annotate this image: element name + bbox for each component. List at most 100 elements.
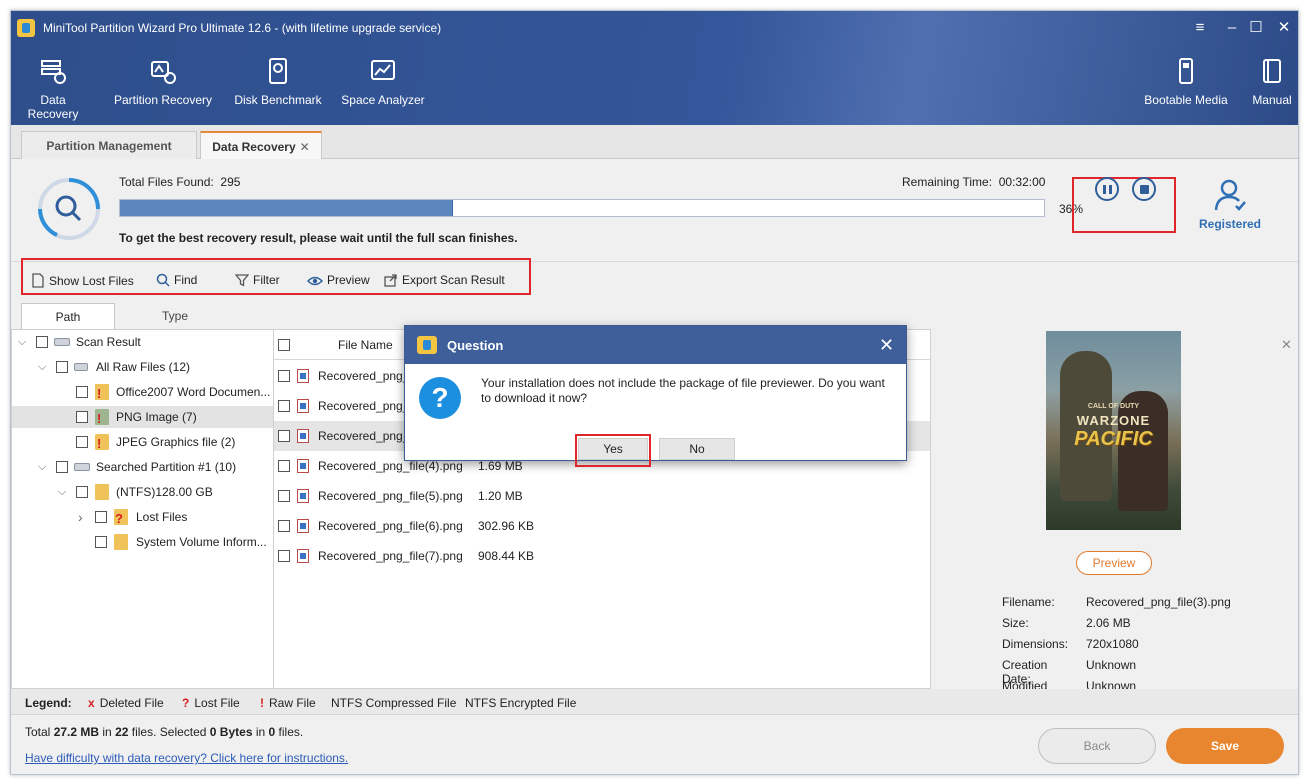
tree-item-office-documents[interactable]: ! Office2007 Word Documen... <box>12 381 273 403</box>
row-checkbox[interactable] <box>278 430 290 442</box>
tree-checkbox[interactable] <box>76 486 88 498</box>
usb-drive-icon <box>1179 58 1193 84</box>
tab-bar: Partition Management Data Recovery ✕ <box>11 125 1298 159</box>
tab-partition-management[interactable]: Partition Management <box>21 131 197 159</box>
tab-path[interactable]: Path <box>21 303 115 329</box>
help-link[interactable]: Have difficulty with data recovery? Clic… <box>25 751 348 765</box>
tree-checkbox[interactable] <box>56 361 68 373</box>
tree-item-jpeg[interactable]: ! JPEG Graphics file (2) <box>12 431 273 453</box>
tree-checkbox[interactable] <box>56 461 68 473</box>
yes-button[interactable]: Yes <box>578 438 648 460</box>
back-button[interactable]: Back <box>1038 728 1156 764</box>
bootable-media-label: Bootable Media <box>1144 93 1228 107</box>
maximize-button[interactable]: ☐ <box>1245 18 1267 38</box>
registered-button[interactable]: Registered <box>1195 177 1265 231</box>
lost-file-mark-icon: ? <box>115 511 123 526</box>
tree-label: System Volume Inform... <box>136 535 267 549</box>
poster-text: CALL OF DUTY <box>1087 403 1140 410</box>
data-recovery-tool[interactable]: Data Recovery <box>15 57 91 121</box>
row-checkbox[interactable] <box>278 460 290 472</box>
legend-lost: ? Lost File <box>182 696 240 710</box>
row-checkbox[interactable] <box>278 370 290 382</box>
column-file-name[interactable]: File Name <box>338 338 393 352</box>
chevron-down-icon[interactable]: ⌵ <box>58 481 70 503</box>
remaining-time: Remaining Time: 00:32:00 <box>902 175 1045 189</box>
file-name: Recovered_png_ <box>318 399 410 413</box>
row-checkbox[interactable] <box>278 490 290 502</box>
menu-button[interactable]: ≡ <box>1189 18 1211 38</box>
detail-value: 2.06 MB <box>1086 616 1131 630</box>
file-row[interactable]: Recovered_png_file(6).png 302.96 KB <box>274 511 930 541</box>
tab-data-recovery[interactable]: Data Recovery ✕ <box>200 131 322 159</box>
png-file-icon <box>297 429 309 443</box>
minimize-button[interactable]: – <box>1221 18 1243 38</box>
file-row[interactable]: Recovered_png_file(7).png 908.44 KB <box>274 541 930 571</box>
legend-deleted: x Deleted File <box>88 696 164 710</box>
tree-label: PNG Image (7) <box>116 410 197 424</box>
no-button[interactable]: No <box>659 438 735 460</box>
summary-text: Total <box>25 725 54 739</box>
bootable-media-tool[interactable]: Bootable Media <box>1141 57 1231 117</box>
tree-item-system-volume[interactable]: System Volume Inform... <box>12 531 273 553</box>
legend-raw-text: Raw File <box>269 696 316 710</box>
file-row[interactable]: Recovered_png_file(5).png 1.20 MB <box>274 481 930 511</box>
tree-checkbox[interactable] <box>36 336 48 348</box>
space-analyzer-tool[interactable]: Space Analyzer <box>341 57 425 117</box>
tree-item-lost-files[interactable]: › ? Lost Files <box>12 506 273 528</box>
deleted-mark-icon: x <box>88 696 95 710</box>
tree-item-ntfs[interactable]: ⌵ (NTFS)128.00 GB <box>12 481 273 503</box>
poster-text: WARZONE <box>1076 413 1151 428</box>
preview-button[interactable]: Preview <box>1076 551 1152 575</box>
legend-lost-text: Lost File <box>194 696 240 710</box>
partition-recovery-tool[interactable]: Partition Recovery <box>113 57 213 117</box>
chevron-down-icon[interactable]: ⌵ <box>38 356 50 378</box>
tree-checkbox[interactable] <box>95 511 107 523</box>
preview-close-icon[interactable]: ✕ <box>1281 337 1292 353</box>
chevron-down-icon[interactable]: ⌵ <box>38 456 50 478</box>
png-file-icon <box>297 369 309 383</box>
tree-item-scan-result[interactable]: ⌵ Scan Result <box>12 331 273 353</box>
raw-file-mark-icon: ! <box>97 411 102 426</box>
tree-label: Searched Partition #1 (10) <box>96 460 237 474</box>
app-logo-icon <box>417 336 437 354</box>
disk-benchmark-icon <box>269 58 287 84</box>
chevron-down-icon[interactable]: ⌵ <box>18 331 30 353</box>
partition-recovery-label: Partition Recovery <box>113 93 213 107</box>
raw-file-mark-icon: ! <box>97 386 102 401</box>
select-all-checkbox[interactable] <box>278 339 290 351</box>
folder-icon <box>95 484 109 500</box>
tree-item-searched-partition[interactable]: ⌵ Searched Partition #1 (10) <box>12 456 273 478</box>
row-checkbox[interactable] <box>278 400 290 412</box>
stop-button[interactable] <box>1132 177 1156 201</box>
file-name: Recovered_png_ <box>318 429 410 443</box>
file-name: Recovered_png_file(7).png <box>318 549 463 563</box>
dialog-close-icon[interactable]: ✕ <box>879 335 894 356</box>
tree-checkbox[interactable] <box>76 411 88 423</box>
pause-button[interactable] <box>1095 177 1119 201</box>
summary-text: files. Selected <box>128 725 210 739</box>
png-file-icon <box>297 489 309 503</box>
tree-item-all-raw-files[interactable]: ⌵ All Raw Files (12) <box>12 356 273 378</box>
manual-tool[interactable]: Manual <box>1247 57 1297 117</box>
legend-deleted-text: Deleted File <box>99 696 164 710</box>
tab-type[interactable]: Type <box>121 303 229 329</box>
space-analyzer-icon <box>371 60 395 80</box>
save-button[interactable]: Save <box>1166 728 1284 764</box>
row-checkbox[interactable] <box>278 520 290 532</box>
close-button[interactable]: ✕ <box>1273 18 1295 38</box>
disk-benchmark-tool[interactable]: Disk Benchmark <box>233 57 323 117</box>
scan-progress-fill <box>120 200 453 216</box>
data-recovery-label: Data Recovery <box>27 93 79 121</box>
tree-checkbox[interactable] <box>76 436 88 448</box>
file-name: Recovered_png_file(5).png <box>318 489 463 503</box>
tree-label: Lost Files <box>136 510 188 524</box>
poster-text: PACIFIC <box>1074 428 1153 450</box>
tree-checkbox[interactable] <box>76 386 88 398</box>
preview-image: CALL OF DUTY WARZONE PACIFIC <box>1046 331 1181 530</box>
tab-close-icon[interactable]: ✕ <box>300 140 310 154</box>
tree-checkbox[interactable] <box>95 536 107 548</box>
png-file-icon <box>297 459 309 473</box>
tree-item-png-image[interactable]: ! PNG Image (7) <box>12 406 273 428</box>
row-checkbox[interactable] <box>278 550 290 562</box>
chevron-right-icon[interactable]: › <box>78 506 90 528</box>
